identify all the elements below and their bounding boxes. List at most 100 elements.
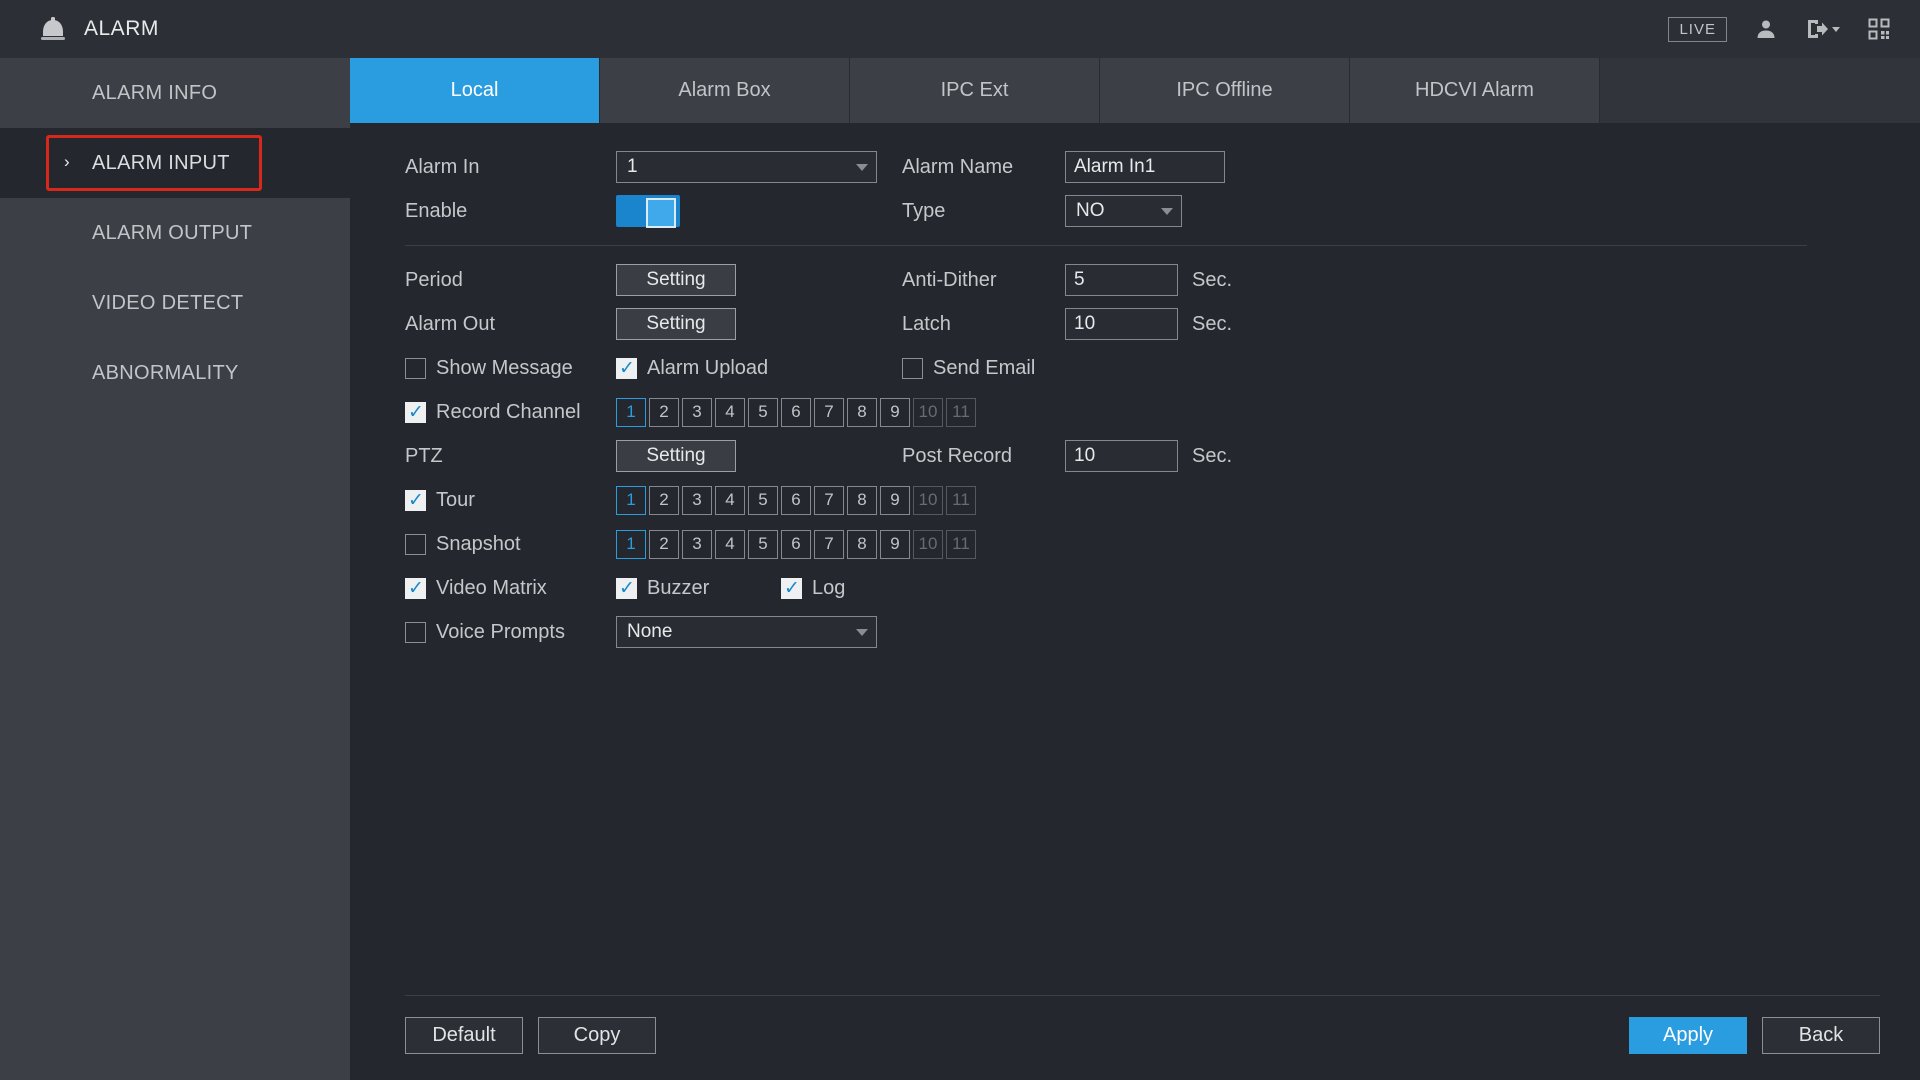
row-notify-options: Show Message Alarm Upload Send Email (405, 346, 1920, 390)
live-badge[interactable]: LIVE (1668, 17, 1727, 42)
sidebar-item-alarm-input[interactable]: › ALARM INPUT (0, 128, 350, 198)
channel-2-cell[interactable]: 2 (649, 398, 679, 427)
anti-dither-input[interactable] (1065, 264, 1178, 296)
row-outputs: Video Matrix Buzzer Log (405, 566, 1920, 610)
channel-9-cell[interactable]: 9 (880, 398, 910, 427)
tab-local[interactable]: Local (350, 58, 600, 123)
type-value: NO (1076, 200, 1105, 222)
voice-prompts-value: None (627, 621, 672, 643)
alarm-in-value: 1 (627, 156, 638, 178)
latch-label: Latch (902, 313, 1065, 336)
channel-6-cell[interactable]: 6 (781, 530, 811, 559)
channel-6-cell[interactable]: 6 (781, 486, 811, 515)
checkbox-box (405, 402, 426, 423)
channel-3-cell[interactable]: 3 (682, 530, 712, 559)
channel-11-cell: 11 (946, 530, 976, 559)
channel-3-cell[interactable]: 3 (682, 486, 712, 515)
channel-1-cell[interactable]: 1 (616, 398, 646, 427)
sidebar-item-label: ABNORMALITY (92, 362, 239, 385)
channel-4-cell[interactable]: 4 (715, 530, 745, 559)
post-record-label: Post Record (902, 445, 1065, 468)
tab-hdcvi-alarm[interactable]: HDCVI Alarm (1350, 58, 1600, 123)
latch-unit: Sec. (1192, 313, 1232, 336)
voice-prompts-checkbox[interactable]: Voice Prompts (405, 621, 616, 644)
channel-4-cell[interactable]: 4 (715, 398, 745, 427)
apply-button[interactable]: Apply (1629, 1017, 1747, 1054)
channel-8-cell[interactable]: 8 (847, 398, 877, 427)
alarm-settings-screen: ALARM LIVE (0, 0, 1920, 1080)
enable-toggle[interactable] (616, 195, 680, 227)
snapshot-checkbox[interactable]: Snapshot (405, 533, 616, 556)
header-bar: ALARM LIVE (0, 0, 1920, 58)
record-channel-checkbox[interactable]: Record Channel (405, 401, 616, 424)
sidebar-item-abnormality[interactable]: ABNORMALITY (0, 338, 350, 408)
alarm-in-select[interactable]: 1 (616, 151, 877, 183)
copy-button[interactable]: Copy (538, 1017, 656, 1054)
row-snapshot: Snapshot 1234567891011 (405, 522, 1920, 566)
channel-7-cell[interactable]: 7 (814, 486, 844, 515)
tab-alarm-box[interactable]: Alarm Box (600, 58, 850, 123)
channel-9-cell[interactable]: 9 (880, 530, 910, 559)
page-title: ALARM (84, 17, 159, 41)
type-select[interactable]: NO (1065, 195, 1182, 227)
user-icon[interactable] (1755, 18, 1777, 40)
tab-ipc-offline[interactable]: IPC Offline (1100, 58, 1350, 123)
log-checkbox[interactable]: Log (781, 577, 845, 600)
default-button[interactable]: Default (405, 1017, 523, 1054)
video-matrix-checkbox[interactable]: Video Matrix (405, 577, 616, 600)
channel-11-cell: 11 (946, 486, 976, 515)
alarm-upload-label: Alarm Upload (647, 357, 768, 380)
channel-8-cell[interactable]: 8 (847, 530, 877, 559)
show-message-label: Show Message (436, 357, 573, 380)
snapshot-channel-selector: 1234567891011 (616, 530, 976, 559)
logout-icon[interactable] (1805, 18, 1840, 40)
sidebar-item-alarm-info[interactable]: ALARM INFO (0, 58, 350, 128)
channel-5-cell[interactable]: 5 (748, 398, 778, 427)
ptz-setting-button[interactable]: Setting (616, 440, 736, 472)
checkbox-box (405, 622, 426, 643)
log-label: Log (812, 577, 845, 600)
sidebar-item-label: ALARM OUTPUT (92, 222, 252, 245)
channel-1-cell[interactable]: 1 (616, 530, 646, 559)
channel-6-cell[interactable]: 6 (781, 398, 811, 427)
alarm-upload-checkbox[interactable]: Alarm Upload (616, 357, 902, 380)
content-area: Alarm In 1 Alarm Name Enable (350, 123, 1920, 1080)
period-setting-button[interactable]: Setting (616, 264, 736, 296)
channel-1-cell[interactable]: 1 (616, 486, 646, 515)
voice-prompts-select[interactable]: None (616, 616, 877, 648)
row-alarm-in: Alarm In 1 Alarm Name (405, 145, 1920, 189)
chevron-down-icon (856, 629, 868, 636)
show-message-checkbox[interactable]: Show Message (405, 357, 616, 380)
channel-5-cell[interactable]: 5 (748, 486, 778, 515)
channel-9-cell[interactable]: 9 (880, 486, 910, 515)
period-label: Period (405, 269, 616, 292)
channel-5-cell[interactable]: 5 (748, 530, 778, 559)
post-record-input[interactable] (1065, 440, 1178, 472)
tab-bar: Local Alarm Box IPC Ext IPC Offline HDCV… (350, 58, 1920, 123)
tour-checkbox[interactable]: Tour (405, 489, 616, 512)
tab-ipc-ext[interactable]: IPC Ext (850, 58, 1100, 123)
send-email-checkbox[interactable]: Send Email (902, 357, 1035, 380)
qr-grid-icon[interactable] (1868, 18, 1890, 40)
checkbox-box (405, 534, 426, 555)
alarm-name-input[interactable] (1065, 151, 1225, 183)
alarm-in-label: Alarm In (405, 156, 616, 179)
channel-7-cell[interactable]: 7 (814, 398, 844, 427)
channel-3-cell[interactable]: 3 (682, 398, 712, 427)
alarm-out-setting-button[interactable]: Setting (616, 308, 736, 340)
buzzer-checkbox[interactable]: Buzzer (616, 577, 781, 600)
sidebar-item-alarm-output[interactable]: ALARM OUTPUT (0, 198, 350, 268)
checkbox-box (781, 578, 802, 599)
channel-2-cell[interactable]: 2 (649, 530, 679, 559)
back-button[interactable]: Back (1762, 1017, 1880, 1054)
channel-4-cell[interactable]: 4 (715, 486, 745, 515)
channel-7-cell[interactable]: 7 (814, 530, 844, 559)
sidebar-item-video-detect[interactable]: VIDEO DETECT (0, 268, 350, 338)
snapshot-label: Snapshot (436, 533, 521, 556)
chevron-down-icon (1832, 27, 1840, 32)
latch-input[interactable] (1065, 308, 1178, 340)
sidebar-item-label: VIDEO DETECT (92, 292, 243, 315)
checkbox-box (902, 358, 923, 379)
channel-8-cell[interactable]: 8 (847, 486, 877, 515)
channel-2-cell[interactable]: 2 (649, 486, 679, 515)
